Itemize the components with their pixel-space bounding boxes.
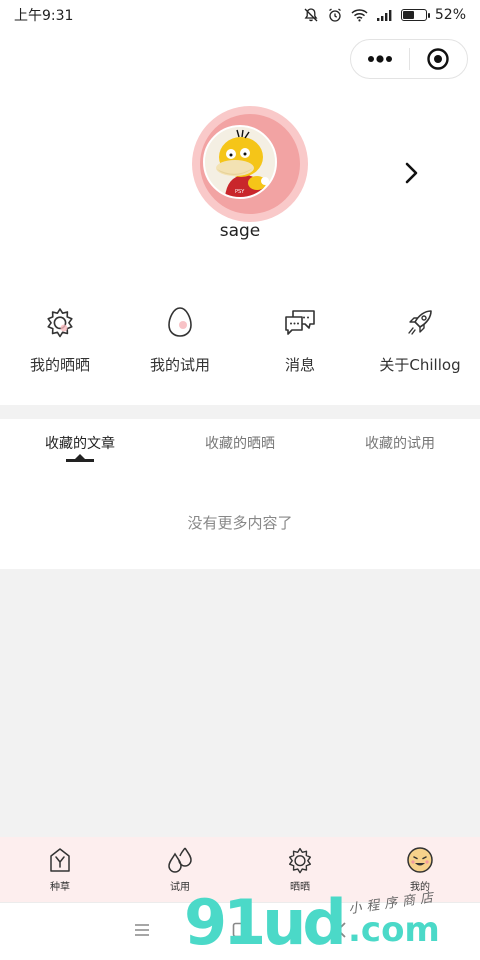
battery-percent: 52% bbox=[434, 7, 466, 23]
menu-item-label: 消息 bbox=[284, 356, 315, 374]
tab-favorite-shows[interactable]: 收藏的晒晒 bbox=[160, 420, 320, 466]
capsule-menu bbox=[350, 39, 468, 79]
tabbar-item-mine[interactable]: 我的 bbox=[360, 837, 480, 902]
content-background bbox=[0, 569, 480, 837]
battery-fill bbox=[402, 11, 415, 19]
favorites-tabs: 收藏的文章 收藏的晒晒 收藏的试用 bbox=[0, 420, 480, 466]
chevron-right-icon[interactable] bbox=[400, 160, 422, 186]
status-bar: 上午9:31 52% bbox=[0, 0, 480, 30]
rocket-icon bbox=[408, 310, 432, 335]
menu-item-about[interactable]: 关于Chillog bbox=[360, 300, 480, 375]
menu-item-label: 我的晒晒 bbox=[29, 356, 90, 374]
bottom-tab-bar: 种草 试用 晒晒 我的 bbox=[0, 837, 480, 902]
bell-muted-icon bbox=[304, 8, 318, 22]
tab-label: 收藏的文章 bbox=[45, 436, 115, 452]
face-icon bbox=[407, 847, 433, 873]
back-chevron-icon[interactable] bbox=[335, 921, 349, 939]
sprout-icon bbox=[50, 848, 70, 872]
tab-label: 收藏的晒晒 bbox=[205, 436, 275, 452]
status-icons: 52% bbox=[303, 7, 466, 23]
drops-icon bbox=[168, 847, 192, 873]
avatar[interactable]: PSY bbox=[203, 125, 277, 199]
tab-active-underline bbox=[66, 459, 94, 462]
empty-state-text: 没有更多内容了 bbox=[187, 514, 293, 532]
wifi-icon bbox=[351, 9, 368, 22]
target-close-icon bbox=[427, 48, 449, 70]
menu-item-label: 关于Chillog bbox=[379, 356, 461, 374]
signal-icon bbox=[376, 9, 392, 21]
home-square-icon[interactable] bbox=[231, 921, 249, 939]
menu-item-my-trials[interactable]: 我的试用 bbox=[120, 300, 240, 375]
tabbar-item-trial[interactable]: 试用 bbox=[120, 837, 240, 902]
sun-gear-icon bbox=[47, 308, 73, 338]
menu-item-messages[interactable]: 消息 bbox=[240, 300, 360, 375]
more-button[interactable] bbox=[351, 40, 409, 78]
tabbar-label: 晒晒 bbox=[290, 882, 310, 893]
status-time: 上午9:31 bbox=[14, 8, 74, 24]
tabbar-item-grass[interactable]: 种草 bbox=[0, 837, 120, 902]
more-dots-icon bbox=[367, 55, 392, 63]
tab-favorite-articles[interactable]: 收藏的文章 bbox=[0, 420, 160, 466]
battery-icon bbox=[400, 9, 430, 21]
chat-bubbles-icon bbox=[285, 310, 315, 335]
username: sage bbox=[219, 221, 261, 241]
tabbar-label: 试用 bbox=[170, 882, 190, 893]
menu-lines-icon[interactable] bbox=[133, 921, 151, 939]
egg-icon bbox=[168, 307, 192, 337]
tabbar-label: 我的 bbox=[410, 882, 430, 893]
system-nav-bar bbox=[0, 902, 480, 960]
tab-favorite-trials[interactable]: 收藏的试用 bbox=[320, 420, 480, 466]
tab-label: 收藏的试用 bbox=[365, 436, 435, 452]
close-button[interactable] bbox=[410, 40, 468, 78]
profile-menu: 我的晒晒 我的试用 消息 关于Chillog bbox=[0, 300, 480, 375]
menu-item-label: 我的试用 bbox=[149, 356, 210, 374]
tabbar-item-shows[interactable]: 晒晒 bbox=[240, 837, 360, 902]
alarm-icon bbox=[328, 8, 341, 22]
svg-text:PSY: PSY bbox=[235, 189, 245, 195]
sun-gear-icon bbox=[288, 847, 312, 874]
menu-item-my-shows[interactable]: 我的晒晒 bbox=[0, 300, 120, 375]
tabbar-label: 种草 bbox=[50, 882, 70, 893]
section-divider bbox=[0, 405, 480, 419]
